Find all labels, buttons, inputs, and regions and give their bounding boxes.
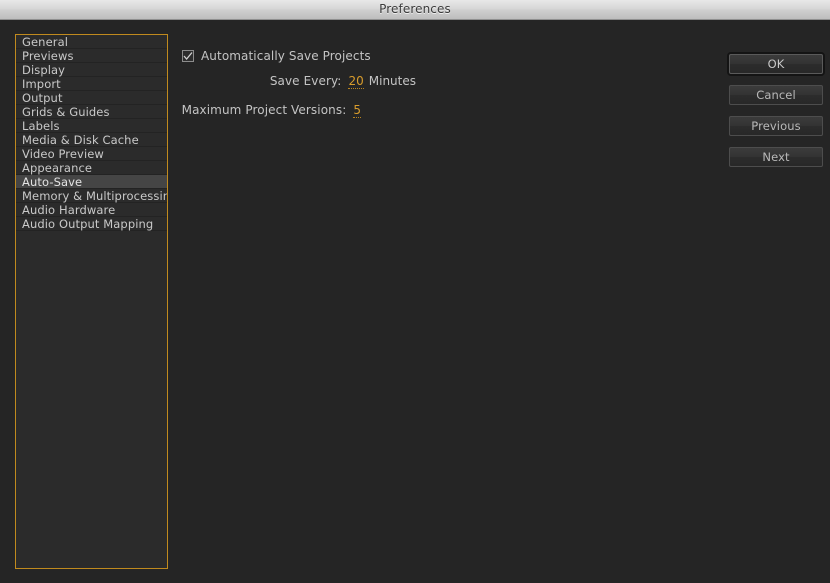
sidebar-item-audio-hardware[interactable]: Audio Hardware [16, 203, 167, 217]
ok-button[interactable]: OK [729, 54, 823, 74]
save-every-unit: Minutes [368, 74, 416, 88]
window-title: Preferences [379, 2, 451, 16]
sidebar-item-output[interactable]: Output [16, 91, 167, 105]
maximum-project-versions-row: Maximum Project Versions: 5 [168, 103, 361, 118]
maximum-project-versions-label: Maximum Project Versions: [181, 103, 347, 117]
sidebar-item-label: Audio Output Mapping [22, 217, 154, 231]
cancel-button[interactable]: Cancel [729, 85, 823, 105]
window-titlebar: Preferences [0, 0, 830, 20]
sidebar-item-display[interactable]: Display [16, 63, 167, 77]
sidebar-item-import[interactable]: Import [16, 77, 167, 91]
sidebar-item-labels[interactable]: Labels [16, 119, 167, 133]
preferences-dialog-body: General Previews Display Import Output Grids … [0, 21, 830, 583]
sidebar-item-media-disk-cache[interactable]: Media & Disk Cache [16, 133, 167, 147]
sidebar-item-label: Audio Hardware [22, 203, 116, 217]
sidebar-item-auto-save[interactable]: Auto-Save [16, 175, 167, 189]
save-every-value[interactable]: 20 [348, 75, 364, 89]
sidebar-item-grids-guides[interactable]: Grids & Guides [16, 105, 167, 119]
auto-save-settings-panel: Automatically Save Projects Save Every: … [168, 34, 830, 583]
sidebar-item-label: Previews [22, 49, 74, 63]
checkmark-icon [183, 52, 193, 61]
sidebar-item-label: Grids & Guides [22, 105, 110, 119]
save-every-row: Save Every: 20 Minutes [168, 74, 416, 89]
sidebar-item-general[interactable]: General [16, 35, 167, 49]
sidebar-item-label: Memory & Multiprocessing [22, 189, 168, 203]
dialog-button-group: OK Cancel Previous Next [729, 54, 823, 178]
sidebar-item-label: Import [22, 77, 61, 91]
maximum-project-versions-value[interactable]: 5 [353, 104, 361, 118]
sidebar-list: General Previews Display Import Output Grids … [16, 35, 167, 231]
sidebar-item-previews[interactable]: Previews [16, 49, 167, 63]
preferences-category-list[interactable]: General Previews Display Import Output Grids … [15, 34, 168, 569]
automatically-save-projects-checkbox[interactable] [182, 50, 194, 62]
sidebar-item-label: Auto-Save [22, 175, 83, 189]
next-button[interactable]: Next [729, 147, 823, 167]
sidebar-item-label: Video Preview [22, 147, 104, 161]
sidebar-item-label: Media & Disk Cache [22, 133, 139, 147]
save-every-label: Save Every: [269, 74, 342, 88]
sidebar-item-appearance[interactable]: Appearance [16, 161, 167, 175]
sidebar-item-label: Output [22, 91, 63, 105]
sidebar-item-label: Appearance [22, 161, 93, 175]
sidebar-item-label: Labels [22, 119, 60, 133]
sidebar-item-video-preview[interactable]: Video Preview [16, 147, 167, 161]
sidebar-item-label: Display [22, 63, 66, 77]
sidebar-item-memory-multiprocessing[interactable]: Memory & Multiprocessing [16, 189, 167, 203]
automatically-save-projects-label: Automatically Save Projects [201, 49, 371, 63]
previous-button[interactable]: Previous [729, 116, 823, 136]
sidebar-item-label: General [22, 35, 69, 49]
automatically-save-projects-row[interactable]: Automatically Save Projects [182, 49, 371, 63]
sidebar-item-audio-output-mapping[interactable]: Audio Output Mapping [16, 217, 167, 231]
